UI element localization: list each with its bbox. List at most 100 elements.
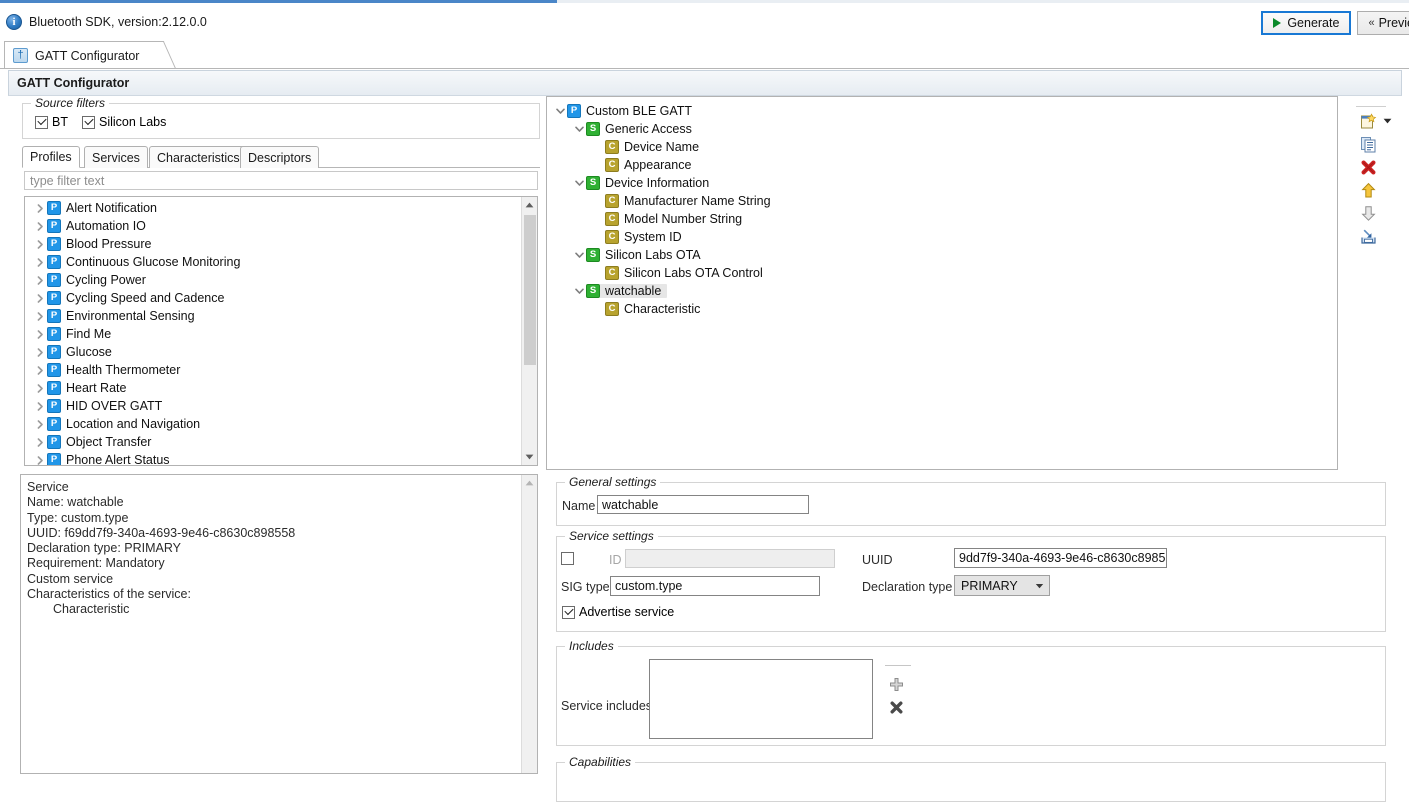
tree-row[interactable]: S Generic Access [547, 120, 1337, 138]
checkbox-box-bt[interactable] [35, 115, 48, 129]
profile-tree-scrollbar-thumb[interactable] [524, 215, 536, 365]
name-input-value: watchable [602, 497, 659, 512]
move-up-icon[interactable] [1358, 180, 1378, 200]
tab-gatt-configurator[interactable]: † GATT Configurator [4, 41, 152, 69]
chevron-right-icon[interactable] [33, 239, 47, 249]
chevron-right-icon[interactable] [33, 257, 47, 267]
scroll-up-arrow-icon[interactable] [522, 197, 537, 213]
chevron-right-icon[interactable] [33, 275, 47, 285]
chevron-down-icon[interactable] [553, 108, 567, 115]
chevron-down-icon[interactable] [572, 252, 586, 259]
id-enable-checkbox[interactable] [561, 552, 574, 565]
tree-row-content: P Find Me [47, 327, 111, 341]
tree-row-label: Blood Pressure [66, 237, 152, 251]
remove-include-button[interactable] [885, 697, 907, 717]
tree-row[interactable]: P Continuous Glucose Monitoring [25, 253, 537, 271]
tree-row[interactable]: C Characteristic [547, 300, 1337, 318]
tab-services[interactable]: Services [84, 146, 148, 168]
tree-row[interactable]: C Model Number String [547, 210, 1337, 228]
profile-tree-panel[interactable]: P Alert Notification P Automation IO P Blood … [24, 196, 538, 466]
new-item-dropdown-arrow-icon[interactable] [1381, 111, 1393, 131]
sig-type-input[interactable]: custom.type [610, 576, 820, 596]
scroll-down-arrow-icon[interactable] [522, 449, 537, 465]
tree-row[interactable]: P Location and Navigation [25, 415, 537, 433]
tree-row[interactable]: P Custom BLE GATT [547, 102, 1337, 120]
advertise-service-checkbox[interactable] [562, 605, 575, 619]
tree-row[interactable]: P HID OVER GATT [25, 397, 537, 415]
tree-row[interactable]: P Alert Notification [25, 199, 537, 217]
tree-row[interactable]: C System ID [547, 228, 1337, 246]
tree-row-content: P Object Transfer [47, 435, 151, 449]
tree-row[interactable]: C Silicon Labs OTA Control [547, 264, 1337, 282]
chevron-right-icon[interactable] [33, 221, 47, 231]
tree-row-content: P HID OVER GATT [47, 399, 162, 413]
filter-checkbox-bt[interactable]: BT [35, 115, 68, 129]
search-input[interactable]: type filter text [24, 171, 538, 190]
move-down-icon[interactable] [1358, 203, 1378, 223]
chevron-right-icon[interactable] [33, 455, 47, 465]
chevron-down-icon[interactable] [572, 288, 586, 295]
chevron-right-icon[interactable] [33, 293, 47, 303]
description-line: Characteristics of the service: [27, 587, 191, 602]
source-filters-group: Source filters BT Silicon Labs [22, 96, 540, 139]
tree-row[interactable]: S Silicon Labs OTA [547, 246, 1337, 264]
tab-characteristics[interactable]: Characteristics [149, 146, 248, 168]
tree-row[interactable]: P Object Transfer [25, 433, 537, 451]
chevron-right-icon[interactable] [33, 401, 47, 411]
generate-button[interactable]: Generate [1261, 11, 1352, 35]
tree-row[interactable]: P Blood Pressure [25, 235, 537, 253]
tree-row[interactable]: C Device Name [547, 138, 1337, 156]
tree-row[interactable]: P Heart Rate [25, 379, 537, 397]
chevron-right-icon[interactable] [33, 311, 47, 321]
chevron-right-icon[interactable] [33, 203, 47, 213]
new-item-icon[interactable] [1358, 111, 1378, 131]
tree-row[interactable]: P Environmental Sensing [25, 307, 537, 325]
chevron-right-icon[interactable] [33, 329, 47, 339]
advertise-service-checkbox-row[interactable]: Advertise service [562, 605, 674, 619]
profile-tree-scrollbar[interactable] [521, 197, 537, 465]
filter-checkbox-silicon-labs[interactable]: Silicon Labs [81, 115, 166, 129]
delete-icon[interactable] [1358, 157, 1378, 177]
chevron-right-icon[interactable] [33, 347, 47, 357]
editor-tabstrip: † GATT Configurator [0, 39, 1409, 69]
chevron-down-icon[interactable] [572, 126, 586, 133]
tree-row[interactable]: S Device Information [547, 174, 1337, 192]
includes-buttons-separator [885, 665, 911, 666]
add-include-button[interactable] [885, 674, 907, 694]
tree-row-content: P Cycling Power [47, 273, 146, 287]
profile-icon: P [47, 273, 61, 287]
tree-row[interactable]: C Manufacturer Name String [547, 192, 1337, 210]
tree-row[interactable]: P Cycling Power [25, 271, 537, 289]
name-input[interactable]: watchable [597, 495, 809, 514]
copy-icon[interactable] [1358, 134, 1378, 154]
chevron-right-icon[interactable] [33, 383, 47, 393]
tree-row-label: Environmental Sensing [66, 309, 195, 323]
description-scrollbar[interactable] [521, 475, 537, 773]
tree-row[interactable]: P Automation IO [25, 217, 537, 235]
tree-row[interactable]: P Glucose [25, 343, 537, 361]
chevron-down-icon[interactable] [572, 180, 586, 187]
chevron-right-icon[interactable] [33, 365, 47, 375]
tree-row[interactable]: P Cycling Speed and Cadence [25, 289, 537, 307]
gatt-tree-rows: P Custom BLE GATT S Generic Access C Device N… [547, 97, 1337, 318]
tree-row[interactable]: C Appearance [547, 156, 1337, 174]
tab-profiles[interactable]: Profiles [22, 146, 80, 168]
tree-row[interactable]: P Health Thermometer [25, 361, 537, 379]
tree-row[interactable]: P Find Me [25, 325, 537, 343]
scroll-up-arrow-icon[interactable] [522, 475, 537, 491]
tree-row[interactable]: P Phone Alert Status [25, 451, 537, 465]
description-panel[interactable]: Service Name: watchable Type: custom.type U… [20, 474, 538, 774]
chevron-right-icon[interactable] [33, 419, 47, 429]
form-header: GATT Configurator [8, 70, 1402, 96]
preview-button[interactable]: « Previe [1357, 11, 1409, 35]
characteristic-icon: C [605, 194, 619, 208]
declaration-type-select[interactable]: PRIMARY [954, 575, 1050, 596]
tree-row[interactable]: Swatchable [547, 282, 1337, 300]
chevron-right-icon[interactable] [33, 437, 47, 447]
uuid-input[interactable]: 9dd7f9-340a-4693-9e46-c8630c898558 [954, 548, 1167, 568]
import-icon[interactable] [1358, 226, 1378, 246]
service-includes-listbox[interactable] [649, 659, 873, 739]
checkbox-box-silicon-labs[interactable] [81, 115, 95, 129]
gatt-tree-panel[interactable]: P Custom BLE GATT S Generic Access C Device N… [546, 96, 1338, 470]
tab-descriptors[interactable]: Descriptors [240, 146, 320, 168]
